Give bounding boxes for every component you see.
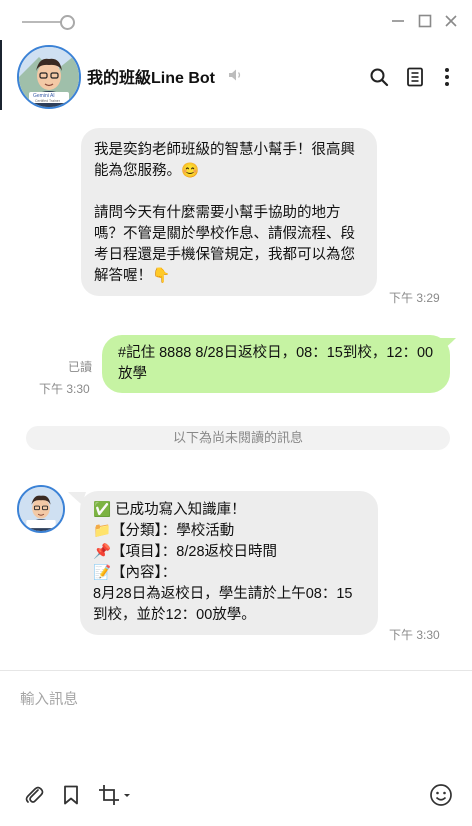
message-bubble-bot[interactable]: ✅ 已成功寫入知識庫！ 📁【分類】：學校活動 📌【項目】：8/28返校日時間 📝… [80,491,378,635]
maximize-icon[interactable] [416,12,434,30]
notes-icon[interactable] [404,66,426,88]
chat-header: Gemini AI Certified Trainer 我的班級Line Bot [0,42,472,110]
message-bubble-me[interactable]: #記住 8888 8/28日返校日，08：15到校，12：00放學 [102,335,450,393]
crop-icon[interactable] [97,782,133,808]
page-title: 我的班級Line Bot [87,70,215,87]
window-titlebar [0,0,472,40]
avatar-badge-sub: Certified Trainer [35,99,60,103]
message-input[interactable]: 輸入訊息 [20,688,78,709]
slider-icon[interactable] [22,14,75,30]
message-time: 下午 3:30 [389,628,440,642]
avatar[interactable] [17,485,65,533]
close-icon[interactable] [442,12,460,30]
search-icon[interactable] [368,66,390,88]
read-receipt: 已讀 [68,360,93,374]
minimize-icon[interactable] [389,12,407,30]
mute-icon [228,67,244,86]
message-time: 下午 3:30 [39,382,90,396]
chat-messages[interactable]: 我是奕鈞老師班級的智慧小幫手！很高興能為您服務。😊 請問今天有什麼需要小幫手協助… [0,110,472,670]
message-composer: 輸入訊息 [0,670,472,826]
message-bubble-bot[interactable]: 我是奕鈞老師班級的智慧小幫手！很高興能為您服務。😊 請問今天有什麼需要小幫手協助… [81,128,377,296]
bookmark-icon[interactable] [58,782,84,808]
unread-divider: 以下為尚未閱讀的訊息 [26,426,450,450]
paperclip-icon[interactable] [21,782,47,808]
emoji-icon[interactable] [428,782,454,808]
more-icon[interactable] [436,66,458,88]
avatar[interactable]: Gemini AI Certified Trainer [17,45,81,109]
message-time: 下午 3:29 [389,291,440,305]
